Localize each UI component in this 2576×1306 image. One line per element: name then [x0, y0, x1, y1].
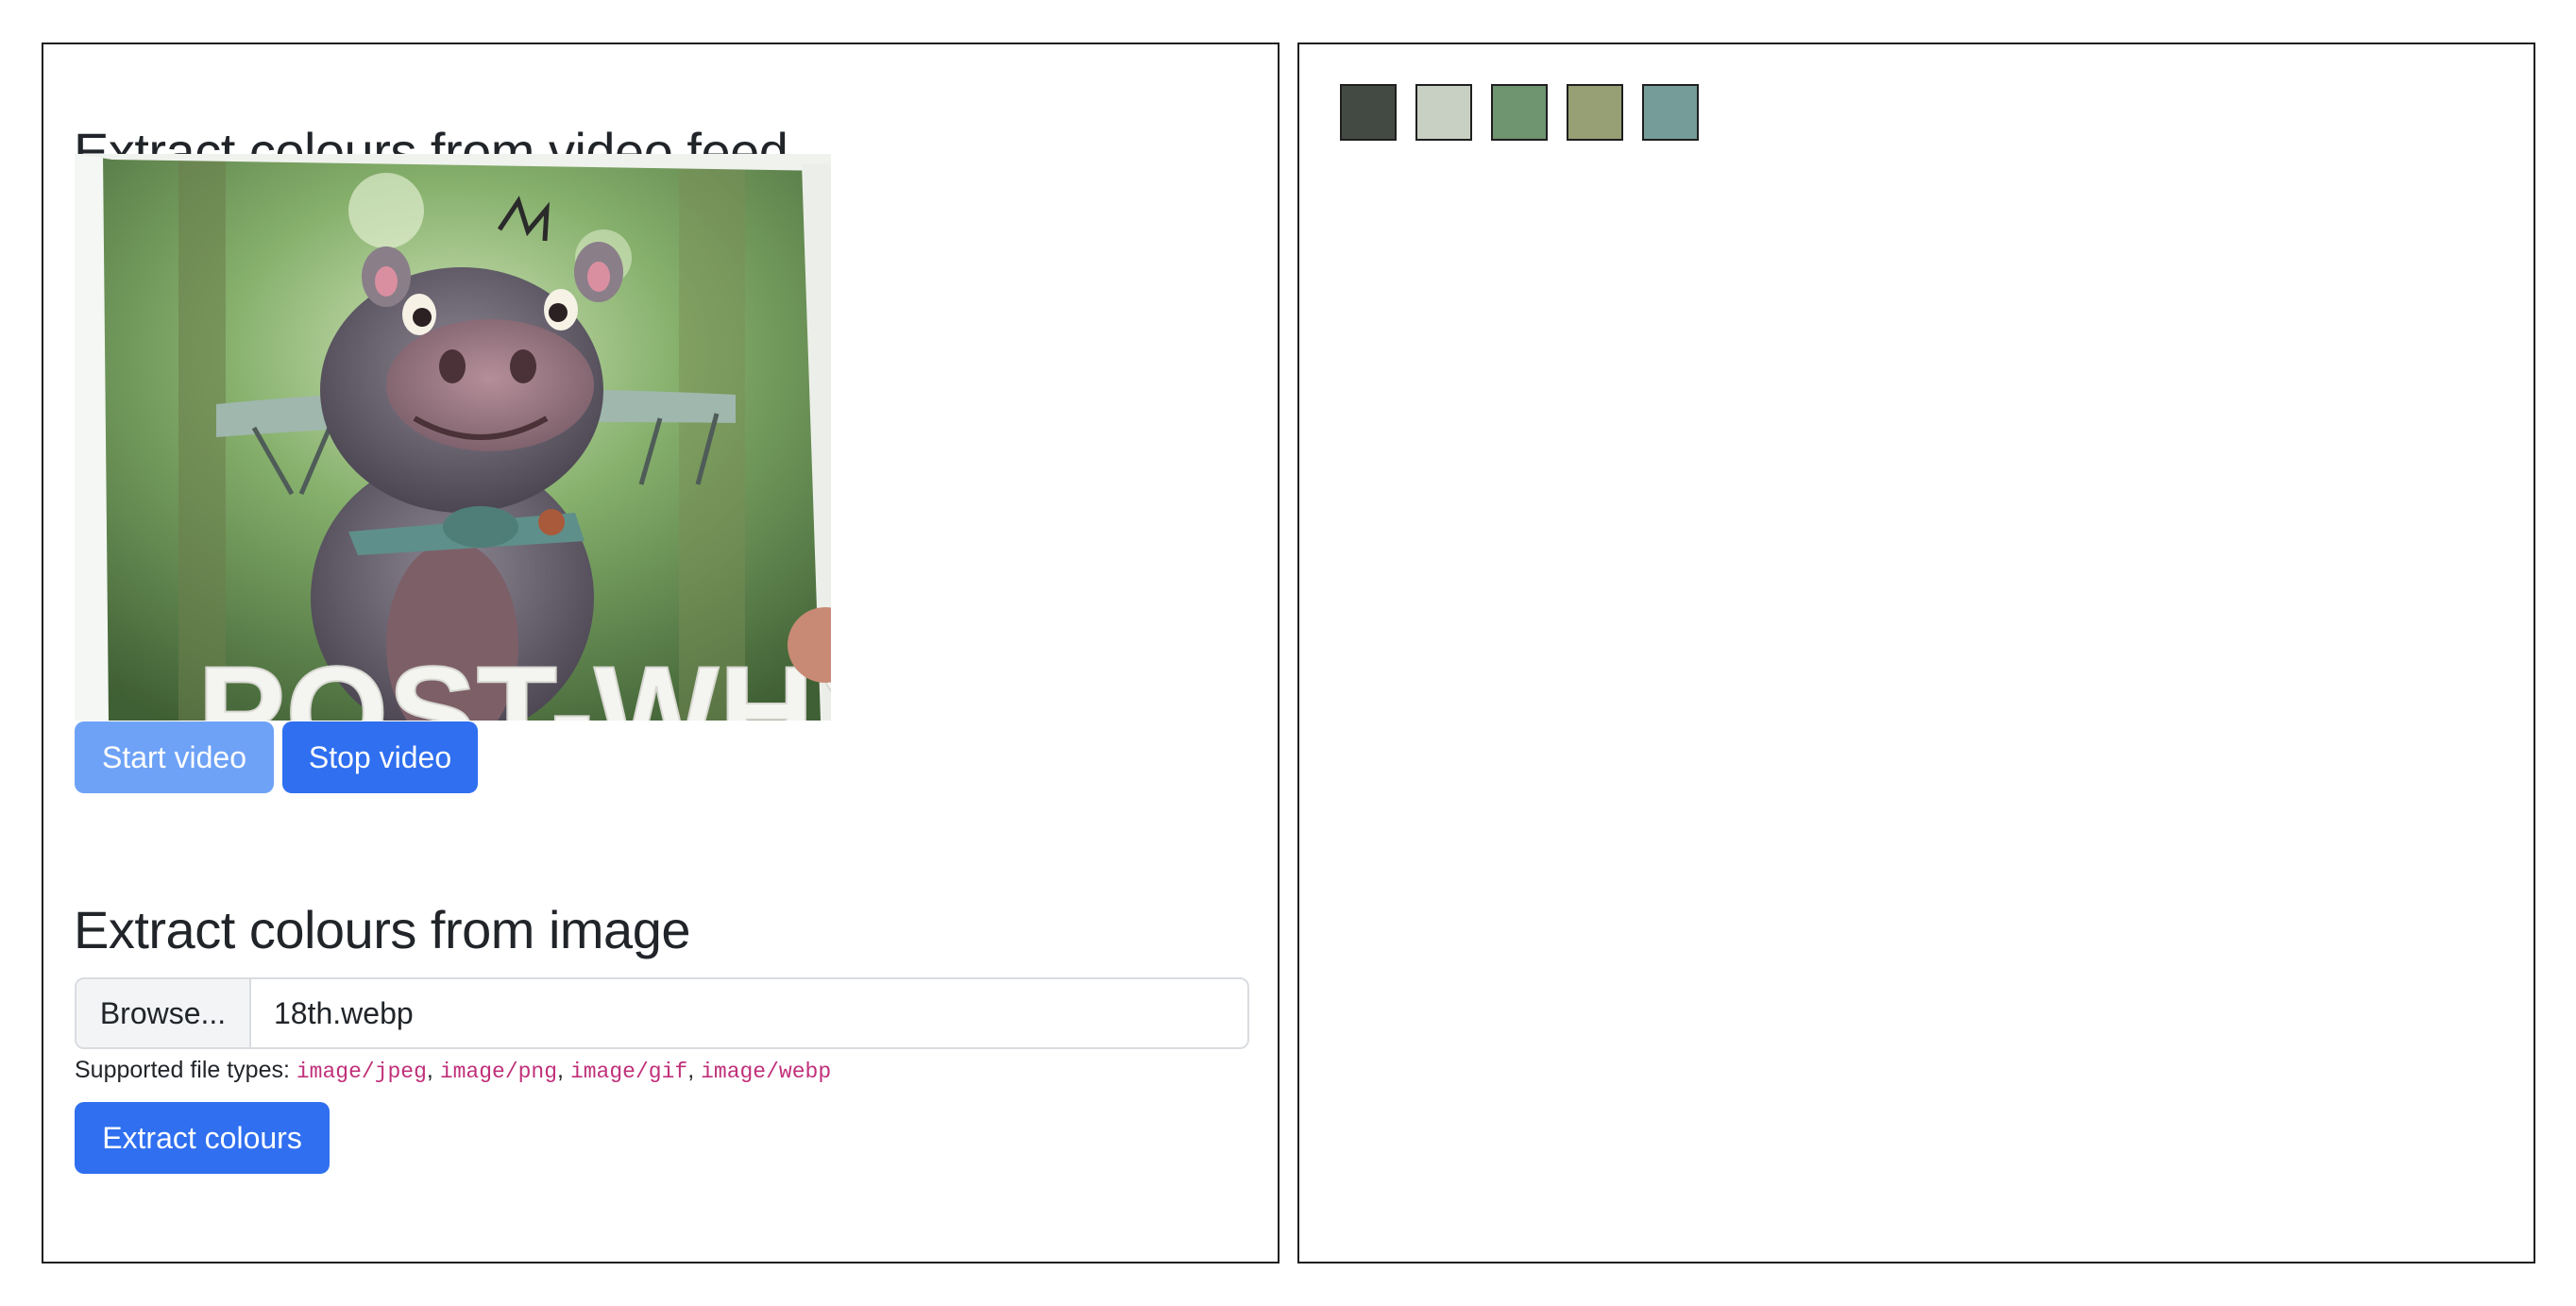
colour-swatch: [1415, 84, 1472, 141]
video-caption-text: POST-WHY: [197, 638, 831, 721]
file-type-webp: image/webp: [701, 1060, 832, 1084]
start-video-button[interactable]: Start video: [75, 721, 274, 793]
stop-video-button[interactable]: Stop video: [282, 721, 478, 793]
file-type-jpeg: image/jpeg: [296, 1060, 427, 1084]
colour-swatch: [1567, 84, 1623, 141]
palette-panel: [1297, 42, 2535, 1264]
file-input[interactable]: Browse... 18th.webp: [75, 977, 1249, 1049]
colour-swatch: [1340, 84, 1397, 141]
colour-swatch: [1491, 84, 1548, 141]
colour-swatch: [1642, 84, 1699, 141]
selected-file-name: 18th.webp: [274, 996, 414, 1030]
extractor-panel: Extract colours from video feed POST-WH …: [42, 42, 1280, 1264]
supported-types-help: Supported file types: image/jpeg, image/…: [75, 1057, 832, 1084]
file-type-png: image/png: [439, 1060, 558, 1084]
image-section-title: Extract colours from image: [74, 900, 690, 959]
extract-colours-button[interactable]: Extract colours: [75, 1102, 330, 1174]
file-type-gif: image/gif: [569, 1060, 688, 1084]
video-preview: POST-WHY: [75, 154, 831, 721]
colour-palette: [1340, 84, 1699, 141]
help-prefix: Supported file types:: [75, 1057, 297, 1083]
browse-button[interactable]: Browse...: [76, 979, 251, 1047]
